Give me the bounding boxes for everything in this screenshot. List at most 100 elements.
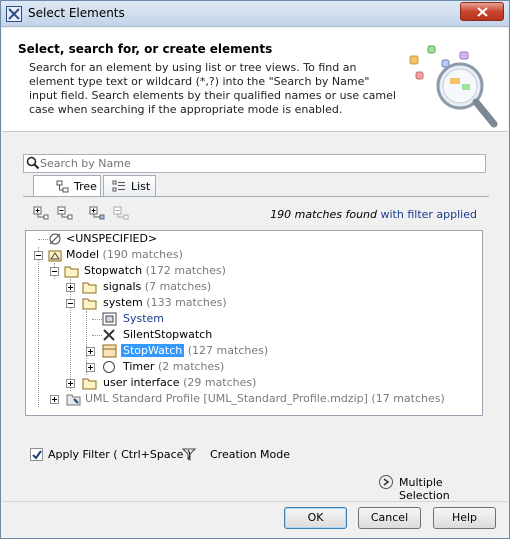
match-count: 190 matches found	[270, 208, 377, 221]
cancel-button[interactable]: Cancel	[358, 507, 421, 529]
tree-row-count: (133 matches)	[146, 296, 227, 309]
tree-row-label: StopWatch	[121, 344, 185, 357]
collapse-all-icon	[57, 206, 73, 220]
select-elements-dialog: Select Elements Select, search for, or c…	[0, 0, 510, 539]
filter-icon[interactable]	[182, 448, 196, 461]
package-icon	[82, 378, 97, 390]
window-title: Select Elements	[28, 6, 125, 20]
apply-filter-checkbox[interactable]	[30, 448, 43, 461]
tree-row-text: Timer (2 matches)	[123, 359, 224, 375]
help-button[interactable]: Help	[433, 507, 496, 529]
timer-icon	[103, 361, 115, 373]
tree-row-label: signals	[103, 280, 142, 293]
package-icon	[82, 282, 97, 294]
app-icon	[6, 6, 22, 22]
expand-selected-icon	[89, 206, 105, 220]
tree-row-user-interface[interactable]: user interface (29 matches)	[26, 375, 482, 391]
tab-list-label: List	[131, 180, 151, 193]
expand-toggle[interactable]	[86, 347, 95, 356]
filter-options: Apply Filter ( Ctrl+Space ) Creation Mod…	[30, 447, 490, 465]
tree-row-timer[interactable]: Timer (2 matches)	[26, 359, 482, 375]
expand-toggle[interactable]	[50, 395, 59, 404]
tree-row-label: Model	[66, 248, 100, 261]
package-icon	[82, 298, 97, 310]
profile-icon	[66, 394, 81, 406]
tree-row-stopwatch[interactable]: Stopwatch (172 matches)	[26, 263, 482, 279]
multiple-selection-toggle[interactable]: Multiple Selection	[379, 474, 489, 502]
header-description: Search for an element by using list or t…	[29, 61, 396, 116]
tree-row-count: (190 matches)	[102, 248, 183, 261]
chevron-right-circle-icon	[379, 475, 393, 489]
checkmark-icon	[32, 450, 42, 460]
expand-toggle[interactable]	[66, 379, 75, 388]
block-icon	[102, 312, 117, 326]
tree-row-signals[interactable]: signals (7 matches)	[26, 279, 482, 295]
multiple-selection-label: Multiple Selection	[399, 476, 450, 502]
tree-row-count: (127 matches)	[187, 344, 269, 357]
close-icon	[477, 7, 488, 17]
expand-all-button[interactable]	[33, 206, 51, 222]
tree-row-stopwatch-selected[interactable]: StopWatch (127 matches)	[26, 343, 482, 359]
magnifier-graphic-icon	[402, 38, 502, 130]
tree-row-uml-standard-profile[interactable]: UML Standard Profile [UML_Standard_Profi…	[26, 391, 482, 407]
match-summary: 190 matches found with filter applied	[270, 208, 477, 221]
tab-tree-label: Tree	[74, 180, 97, 193]
tree-row-count: (2 matches)	[157, 360, 225, 373]
tree-row-label: UML Standard Profile [UML_Standard_Profi…	[85, 392, 368, 405]
collapse-selected-button[interactable]	[113, 206, 131, 222]
tab-divider	[23, 196, 489, 197]
close-button[interactable]	[460, 2, 504, 21]
tree-row-count: (172 matches)	[145, 264, 226, 277]
tree-row-count: (17 matches)	[371, 392, 445, 405]
ok-button[interactable]: OK	[284, 507, 347, 529]
collapse-toggle[interactable]	[34, 251, 43, 260]
state-machine-icon	[102, 344, 117, 358]
tree-row-count: (7 matches)	[144, 280, 212, 293]
tree-row-label: Stopwatch	[84, 264, 143, 277]
collapse-toggle[interactable]	[50, 267, 59, 276]
title-bar: Select Elements	[1, 1, 509, 27]
tree-row-text: Model (190 matches)	[66, 247, 183, 263]
tree-row-count: (29 matches)	[183, 376, 257, 389]
collapse-toggle[interactable]	[66, 299, 75, 308]
collapse-all-button[interactable]	[57, 206, 75, 222]
element-tree[interactable]: <UNSPECIFIED> Model (190 matches) Stopwa…	[25, 230, 483, 416]
unspecified-icon	[49, 233, 61, 245]
expand-toggle[interactable]	[86, 363, 95, 372]
tree-row-label: user interface	[103, 376, 180, 389]
tree-row-label: Timer	[123, 360, 155, 373]
header-title: Select, search for, or create elements	[18, 42, 273, 56]
apply-filter-label[interactable]: Apply Filter ( Ctrl+Space )	[48, 448, 191, 461]
tree-view-icon	[56, 180, 69, 193]
tree-row-text: UML Standard Profile [UML_Standard_Profi…	[85, 391, 445, 407]
search-icon	[26, 156, 40, 170]
tree-row-system-block[interactable]: System	[26, 311, 482, 327]
tree-row-text: StopWatch (127 matches)	[121, 343, 268, 359]
tree-row-label: System	[123, 312, 165, 325]
search-field[interactable]	[23, 154, 486, 173]
tree-row-text: system (133 matches)	[103, 295, 227, 311]
filter-applied-text: with filter applied	[380, 208, 478, 221]
package-icon	[64, 266, 79, 278]
tab-list[interactable]: List	[103, 175, 156, 196]
search-input[interactable]	[40, 156, 480, 171]
tree-toolbar: 190 matches found with filter applied	[29, 206, 489, 224]
tree-row-text: user interface (29 matches)	[103, 375, 256, 391]
collapse-selected-icon	[113, 206, 129, 220]
tools-icon	[103, 329, 115, 341]
list-view-icon	[112, 180, 125, 192]
dialog-header: Select, search for, or create elements S…	[2, 28, 508, 132]
expand-selected-button[interactable]	[89, 206, 107, 222]
creation-mode-toggle[interactable]: Creation Mode	[210, 448, 290, 461]
tree-row-silentstopwatch[interactable]: SilentStopwatch	[26, 327, 482, 343]
tree-row-text: signals (7 matches)	[103, 279, 211, 295]
dialog-footer: OK Cancel Help	[2, 501, 508, 538]
expand-toggle[interactable]	[66, 283, 75, 292]
tab-tree[interactable]: Tree	[33, 175, 101, 197]
tree-row-label: SilentStopwatch	[123, 328, 213, 341]
tree-row-unspecified[interactable]: <UNSPECIFIED>	[26, 231, 482, 247]
tree-row-label: system	[103, 296, 143, 309]
tree-row-label: <UNSPECIFIED>	[66, 232, 158, 245]
tree-row-model[interactable]: Model (190 matches)	[26, 247, 482, 263]
tree-row-system-package[interactable]: system (133 matches)	[26, 295, 482, 311]
